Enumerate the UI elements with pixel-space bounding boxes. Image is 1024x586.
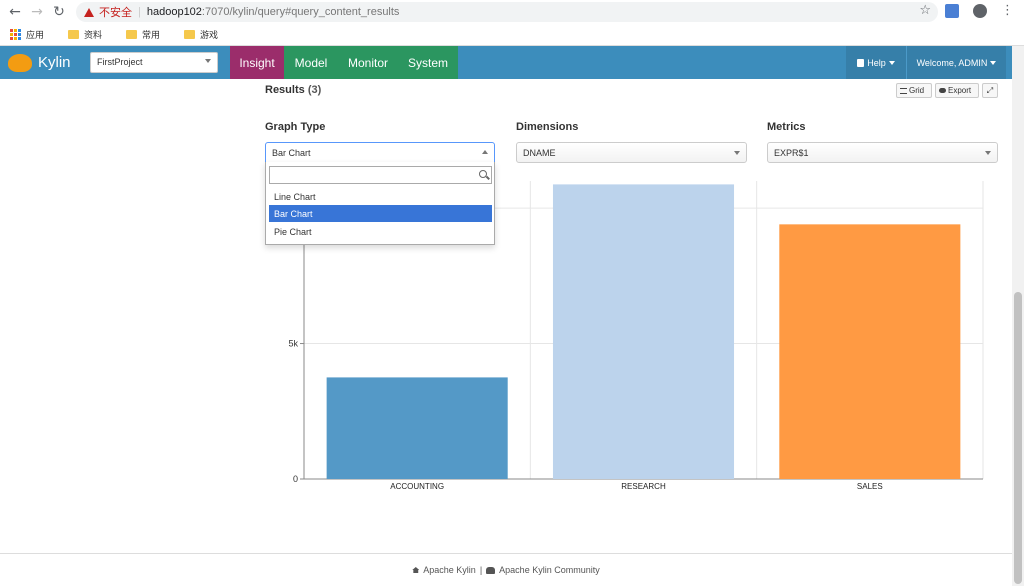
footer-divider: | bbox=[479, 565, 483, 575]
dropdown-search-input[interactable] bbox=[269, 166, 492, 184]
scrollbar[interactable] bbox=[1012, 46, 1024, 586]
bar-chart: 0 5k ACCOUNTING RESEARCH SALES bbox=[288, 181, 984, 491]
x-tick-label: ACCOUNTING bbox=[390, 482, 444, 491]
option-pie-chart[interactable]: Pie Chart bbox=[269, 223, 492, 240]
home-icon bbox=[412, 567, 420, 573]
bar-research bbox=[552, 184, 735, 480]
x-tick-label: SALES bbox=[857, 482, 883, 491]
y-tick-label: 5k bbox=[288, 339, 298, 349]
x-tick-label: RESEARCH bbox=[621, 482, 666, 491]
bar-sales bbox=[779, 224, 961, 479]
option-line-chart[interactable]: Line Chart bbox=[269, 188, 492, 205]
footer-link-community[interactable]: Apache Kylin Community bbox=[499, 565, 600, 575]
y-tick-label: 0 bbox=[293, 474, 298, 484]
search-icon bbox=[479, 170, 487, 178]
bar-accounting bbox=[326, 377, 508, 479]
option-bar-chart[interactable]: Bar Chart bbox=[269, 205, 492, 222]
graph-type-dropdown: Line Chart Bar Chart Pie Chart bbox=[265, 162, 495, 245]
footer-link-kylin[interactable]: Apache Kylin bbox=[423, 565, 476, 575]
scrollbar-thumb[interactable] bbox=[1014, 292, 1022, 584]
users-icon bbox=[486, 566, 496, 574]
footer: Apache Kylin | Apache Kylin Community bbox=[0, 553, 1012, 586]
